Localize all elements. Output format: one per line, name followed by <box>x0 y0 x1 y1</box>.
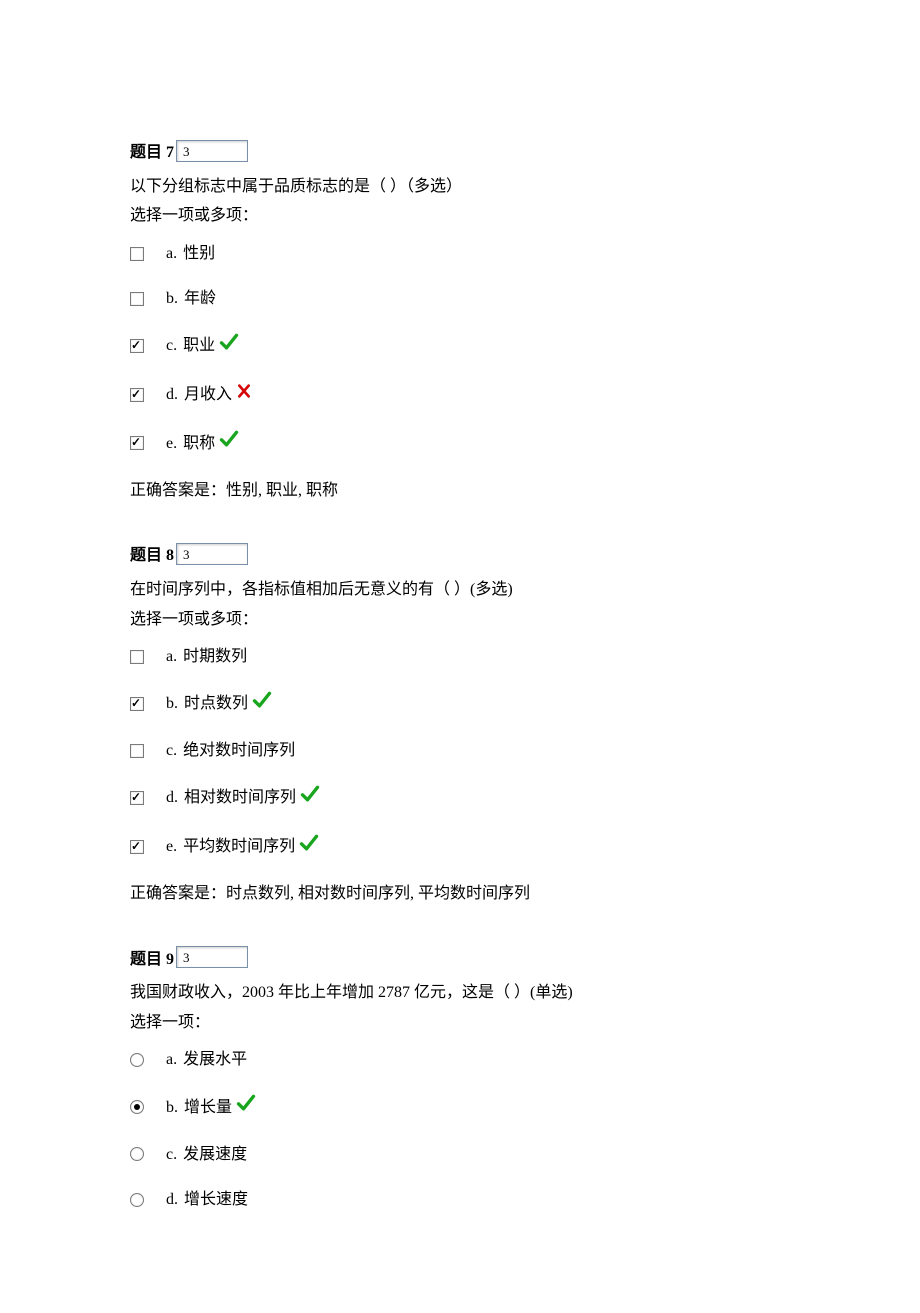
option-row: e. 职称 <box>130 429 790 458</box>
option-letter: a. <box>166 644 177 670</box>
cross-mark-icon <box>236 381 252 410</box>
score-input[interactable]: 3 <box>176 543 248 565</box>
checkbox[interactable] <box>130 697 144 711</box>
question-8: 题目 8 3 在时间序列中，各指标值相加后无意义的有（ ）(多选) 选择一项或多… <box>130 543 790 906</box>
option-letter: a. <box>166 241 177 267</box>
instruction: 选择一项或多项： <box>130 203 790 229</box>
check-mark-icon <box>299 833 319 862</box>
option-letter: a. <box>166 1047 177 1073</box>
option-text: 绝对数时间序列 <box>183 738 295 764</box>
question-text: 我国财政收入，2003 年比上年增加 2787 亿元，这是（ ）(单选) <box>130 980 790 1006</box>
option-text: 月收入 <box>184 382 232 408</box>
option-letter: c. <box>166 333 177 359</box>
option-letter: d. <box>166 1187 178 1213</box>
option-text: 职称 <box>183 431 215 457</box>
checkbox[interactable] <box>130 339 144 353</box>
question-header: 题目 7 3 <box>130 140 790 166</box>
option-text: 年龄 <box>184 286 216 312</box>
option-text: 时期数列 <box>183 644 247 670</box>
option-text: 增长速度 <box>184 1187 248 1213</box>
radio[interactable] <box>130 1053 144 1067</box>
option-letter: d. <box>166 785 178 811</box>
option-text: 性别 <box>183 241 215 267</box>
option-row: a. 性别 <box>130 241 790 267</box>
option-letter: c. <box>166 738 177 764</box>
checkbox[interactable] <box>130 744 144 758</box>
radio[interactable] <box>130 1147 144 1161</box>
checkbox[interactable] <box>130 292 144 306</box>
radio[interactable] <box>130 1100 144 1114</box>
checkbox[interactable] <box>130 388 144 402</box>
option-row: a. 时期数列 <box>130 644 790 670</box>
option-text: 职业 <box>183 333 215 359</box>
checkbox[interactable] <box>130 247 144 261</box>
question-9: 题目 9 3 我国财政收入，2003 年比上年增加 2787 亿元，这是（ ）(… <box>130 947 790 1213</box>
check-mark-icon <box>219 429 239 458</box>
question-number: 题目 7 <box>130 140 174 166</box>
question-number: 题目 9 <box>130 947 174 973</box>
correct-answer: 正确答案是：时点数列, 相对数时间序列, 平均数时间序列 <box>130 881 790 907</box>
question-text: 以下分组标志中属于品质标志的是（ ）（多选） <box>130 174 790 200</box>
radio[interactable] <box>130 1193 144 1207</box>
checkbox[interactable] <box>130 436 144 450</box>
option-text: 相对数时间序列 <box>184 785 296 811</box>
question-header: 题目 8 3 <box>130 543 790 569</box>
option-text: 发展速度 <box>183 1142 247 1168</box>
option-row: b. 增长量 <box>130 1093 790 1122</box>
checkbox[interactable] <box>130 840 144 854</box>
checkbox[interactable] <box>130 791 144 805</box>
option-row: e. 平均数时间序列 <box>130 833 790 862</box>
question-number: 题目 8 <box>130 543 174 569</box>
correct-answer-text: 时点数列, 相对数时间序列, 平均数时间序列 <box>226 885 530 902</box>
option-row: b. 时点数列 <box>130 690 790 719</box>
option-letter: b. <box>166 1095 178 1121</box>
check-mark-icon <box>236 1093 256 1122</box>
score-input[interactable]: 3 <box>176 140 248 162</box>
instruction: 选择一项： <box>130 1010 790 1036</box>
option-row: b. 年龄 <box>130 286 790 312</box>
option-letter: b. <box>166 691 178 717</box>
option-text: 时点数列 <box>184 691 248 717</box>
correct-answer-text: 性别, 职业, 职称 <box>226 482 338 499</box>
check-mark-icon <box>300 784 320 813</box>
question-header: 题目 9 3 <box>130 947 790 973</box>
option-row: d. 增长速度 <box>130 1187 790 1213</box>
option-row: c. 发展速度 <box>130 1142 790 1168</box>
checkbox[interactable] <box>130 650 144 664</box>
option-text: 增长量 <box>184 1095 232 1121</box>
check-mark-icon <box>219 332 239 361</box>
option-text: 发展水平 <box>183 1047 247 1073</box>
option-row: d. 月收入 <box>130 381 790 410</box>
option-row: d. 相对数时间序列 <box>130 784 790 813</box>
check-mark-icon <box>252 690 272 719</box>
option-row: c. 职业 <box>130 332 790 361</box>
option-text: 平均数时间序列 <box>183 834 295 860</box>
score-input[interactable]: 3 <box>176 946 248 968</box>
correct-answer-label: 正确答案是： <box>130 885 226 902</box>
option-letter: d. <box>166 382 178 408</box>
option-letter: b. <box>166 286 178 312</box>
question-text: 在时间序列中，各指标值相加后无意义的有（ ）(多选) <box>130 577 790 603</box>
correct-answer-label: 正确答案是： <box>130 482 226 499</box>
option-letter: c. <box>166 1142 177 1168</box>
instruction: 选择一项或多项： <box>130 607 790 633</box>
correct-answer: 正确答案是：性别, 职业, 职称 <box>130 478 790 504</box>
option-row: c. 绝对数时间序列 <box>130 738 790 764</box>
option-letter: e. <box>166 431 177 457</box>
option-row: a. 发展水平 <box>130 1047 790 1073</box>
question-7: 题目 7 3 以下分组标志中属于品质标志的是（ ）（多选） 选择一项或多项： a… <box>130 140 790 503</box>
option-letter: e. <box>166 834 177 860</box>
